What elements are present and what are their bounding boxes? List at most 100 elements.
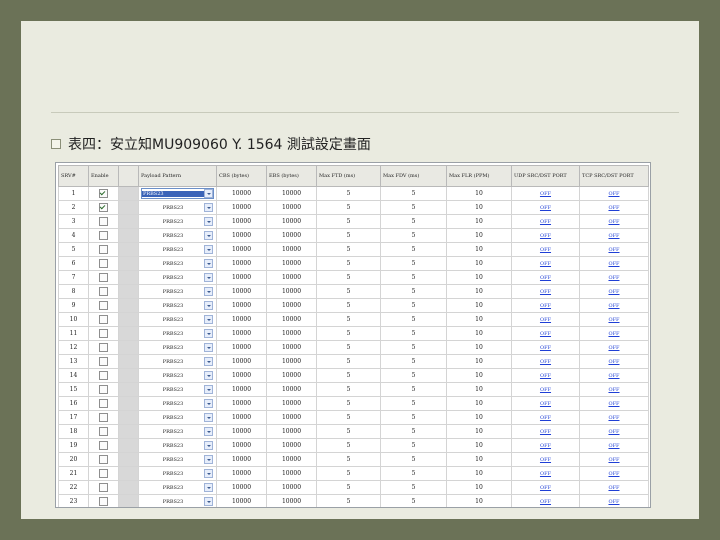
max-fdv-value[interactable]: 5 bbox=[380, 354, 447, 369]
udp-port-link[interactable]: OFF bbox=[540, 415, 551, 421]
udp-port-link[interactable]: OFF bbox=[540, 261, 551, 267]
chevron-down-icon[interactable] bbox=[204, 301, 213, 310]
payload-pattern-select[interactable]: PRBS23 bbox=[141, 328, 214, 339]
max-fdv-value[interactable]: 5 bbox=[380, 228, 447, 243]
max-flr-value[interactable]: 10 bbox=[446, 368, 512, 383]
payload-pattern-select[interactable]: PRBS23 bbox=[141, 314, 214, 325]
max-ftd-value[interactable]: 5 bbox=[316, 200, 381, 215]
max-ftd-value[interactable]: 5 bbox=[316, 396, 381, 411]
max-ftd-value[interactable]: 5 bbox=[316, 326, 381, 341]
ebs-value[interactable]: 10000 bbox=[266, 242, 317, 257]
ebs-value[interactable]: 10000 bbox=[266, 312, 317, 327]
enable-checkbox[interactable] bbox=[99, 189, 108, 198]
udp-port-link[interactable]: OFF bbox=[540, 485, 551, 491]
payload-pattern-select[interactable]: PRBS23 bbox=[141, 258, 214, 269]
ebs-value[interactable]: 10000 bbox=[266, 480, 317, 495]
payload-pattern-select[interactable]: PRBS23 bbox=[141, 356, 214, 367]
cbs-value[interactable]: 10000 bbox=[216, 466, 267, 481]
max-ftd-value[interactable]: 5 bbox=[316, 340, 381, 355]
max-flr-value[interactable]: 10 bbox=[446, 200, 512, 215]
enable-checkbox[interactable] bbox=[99, 315, 108, 324]
tcp-port-link[interactable]: OFF bbox=[608, 219, 619, 225]
ebs-value[interactable]: 10000 bbox=[266, 228, 317, 243]
max-fdv-value[interactable]: 5 bbox=[380, 214, 447, 229]
ebs-value[interactable]: 10000 bbox=[266, 382, 317, 397]
cbs-value[interactable]: 10000 bbox=[216, 284, 267, 299]
udp-port-link[interactable]: OFF bbox=[540, 359, 551, 365]
ebs-value[interactable]: 10000 bbox=[266, 368, 317, 383]
cbs-value[interactable]: 10000 bbox=[216, 480, 267, 495]
cbs-value[interactable]: 10000 bbox=[216, 228, 267, 243]
max-fdv-value[interactable]: 5 bbox=[380, 200, 447, 215]
tcp-port-link[interactable]: OFF bbox=[608, 471, 619, 477]
enable-checkbox[interactable] bbox=[99, 273, 108, 282]
cbs-value[interactable]: 10000 bbox=[216, 452, 267, 467]
cbs-value[interactable]: 10000 bbox=[216, 424, 267, 439]
enable-checkbox[interactable] bbox=[99, 427, 108, 436]
cbs-value[interactable]: 10000 bbox=[216, 256, 267, 271]
chevron-down-icon[interactable] bbox=[204, 469, 213, 478]
chevron-down-icon[interactable] bbox=[204, 231, 213, 240]
ebs-value[interactable]: 10000 bbox=[266, 340, 317, 355]
udp-port-link[interactable]: OFF bbox=[540, 387, 551, 393]
cbs-value[interactable]: 10000 bbox=[216, 368, 267, 383]
max-flr-value[interactable]: 10 bbox=[446, 284, 512, 299]
ebs-value[interactable]: 10000 bbox=[266, 438, 317, 453]
max-flr-value[interactable]: 10 bbox=[446, 214, 512, 229]
udp-port-link[interactable]: OFF bbox=[540, 317, 551, 323]
enable-checkbox[interactable] bbox=[99, 259, 108, 268]
max-ftd-value[interactable]: 5 bbox=[316, 242, 381, 257]
udp-port-link[interactable]: OFF bbox=[540, 471, 551, 477]
max-fdv-value[interactable]: 5 bbox=[380, 494, 447, 507]
enable-checkbox[interactable] bbox=[99, 287, 108, 296]
ebs-value[interactable]: 10000 bbox=[266, 452, 317, 467]
tcp-port-link[interactable]: OFF bbox=[608, 429, 619, 435]
cbs-value[interactable]: 10000 bbox=[216, 494, 267, 507]
tcp-port-link[interactable]: OFF bbox=[608, 443, 619, 449]
udp-port-link[interactable]: OFF bbox=[540, 205, 551, 211]
payload-pattern-select[interactable]: PRBS23 bbox=[141, 244, 214, 255]
enable-checkbox[interactable] bbox=[99, 385, 108, 394]
max-ftd-value[interactable]: 5 bbox=[316, 494, 381, 507]
max-flr-value[interactable]: 10 bbox=[446, 270, 512, 285]
max-fdv-value[interactable]: 5 bbox=[380, 340, 447, 355]
max-ftd-value[interactable]: 5 bbox=[316, 312, 381, 327]
enable-checkbox[interactable] bbox=[99, 413, 108, 422]
max-fdv-value[interactable]: 5 bbox=[380, 382, 447, 397]
payload-pattern-select[interactable]: PRBS23 bbox=[141, 482, 214, 493]
cbs-value[interactable]: 10000 bbox=[216, 298, 267, 313]
udp-port-link[interactable]: OFF bbox=[540, 499, 551, 505]
chevron-down-icon[interactable] bbox=[204, 371, 213, 380]
ebs-value[interactable]: 10000 bbox=[266, 270, 317, 285]
max-fdv-value[interactable]: 5 bbox=[380, 298, 447, 313]
max-ftd-value[interactable]: 5 bbox=[316, 298, 381, 313]
chevron-down-icon[interactable] bbox=[204, 245, 213, 254]
udp-port-link[interactable]: OFF bbox=[540, 275, 551, 281]
max-fdv-value[interactable]: 5 bbox=[380, 186, 447, 201]
max-flr-value[interactable]: 10 bbox=[446, 480, 512, 495]
max-flr-value[interactable]: 10 bbox=[446, 396, 512, 411]
udp-port-link[interactable]: OFF bbox=[540, 303, 551, 309]
max-fdv-value[interactable]: 5 bbox=[380, 424, 447, 439]
max-ftd-value[interactable]: 5 bbox=[316, 186, 381, 201]
max-flr-value[interactable]: 10 bbox=[446, 340, 512, 355]
tcp-port-link[interactable]: OFF bbox=[608, 345, 619, 351]
max-flr-value[interactable]: 10 bbox=[446, 438, 512, 453]
chevron-down-icon[interactable] bbox=[204, 441, 213, 450]
tcp-port-link[interactable]: OFF bbox=[608, 485, 619, 491]
ebs-value[interactable]: 10000 bbox=[266, 410, 317, 425]
udp-port-link[interactable]: OFF bbox=[540, 233, 551, 239]
enable-checkbox[interactable] bbox=[99, 371, 108, 380]
cbs-value[interactable]: 10000 bbox=[216, 200, 267, 215]
max-flr-value[interactable]: 10 bbox=[446, 298, 512, 313]
enable-checkbox[interactable] bbox=[99, 301, 108, 310]
chevron-down-icon[interactable] bbox=[204, 455, 213, 464]
enable-checkbox[interactable] bbox=[99, 245, 108, 254]
max-flr-value[interactable]: 10 bbox=[446, 312, 512, 327]
enable-checkbox[interactable] bbox=[99, 455, 108, 464]
max-ftd-value[interactable]: 5 bbox=[316, 284, 381, 299]
payload-pattern-select[interactable]: PRBS23 bbox=[141, 342, 214, 353]
chevron-down-icon[interactable] bbox=[204, 427, 213, 436]
enable-checkbox[interactable] bbox=[99, 329, 108, 338]
max-fdv-value[interactable]: 5 bbox=[380, 326, 447, 341]
